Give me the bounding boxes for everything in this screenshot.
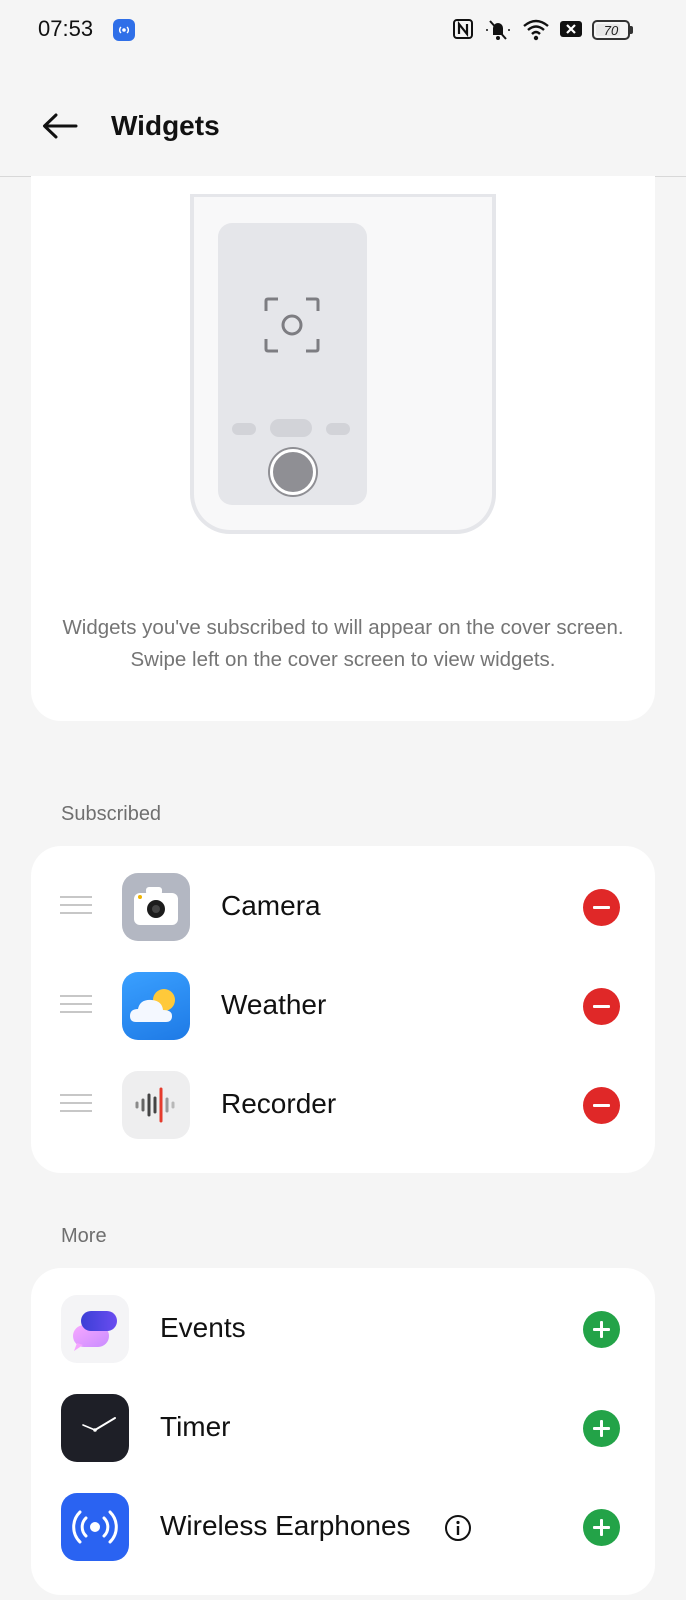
drag-handle-icon[interactable] [60,896,92,916]
viewfinder-icon [264,297,320,353]
shutter-button-illustration [270,449,316,495]
battery-level: 70 [603,23,619,38]
subscribed-item-recorder: Recorder [31,1056,655,1155]
status-time: 07:53 [38,16,94,41]
drag-handle-icon[interactable] [60,995,92,1015]
subscribed-item-weather: Weather [31,957,655,1056]
add-widget-button[interactable] [583,1410,620,1447]
widget-label: Timer [160,1411,231,1442]
remove-widget-button[interactable] [583,1087,620,1124]
cover-screen-preview-card: Widgets you've subscribed to will appear… [31,176,655,721]
mute-icon [486,20,510,40]
app-header: Widgets [0,62,686,177]
subscribed-list: Camera Weather Recorder [31,846,655,1173]
subscribed-item-camera: Camera [31,858,655,957]
battery-icon: 70 [592,20,630,40]
wifi-icon [523,19,549,41]
battery-tip [630,26,633,34]
section-label-subscribed: Subscribed [61,803,162,825]
mode-indicator [232,423,256,435]
drag-handle-icon[interactable] [60,1094,92,1114]
add-widget-button[interactable] [583,1311,620,1348]
cover-screen [218,223,367,505]
timer-icon [61,1394,129,1462]
widget-label: Recorder [221,1088,337,1119]
more-item-events: Events [31,1280,655,1379]
weather-icon [122,972,190,1040]
add-widget-button[interactable] [583,1509,620,1546]
camera-icon [122,873,190,941]
recorder-icon [122,1071,190,1139]
remove-widget-button[interactable] [583,988,620,1025]
more-item-timer: Timer [31,1379,655,1478]
info-icon[interactable] [444,1514,472,1542]
hotspot-icon [113,19,135,41]
remove-widget-button[interactable] [583,889,620,926]
back-button[interactable] [36,102,84,150]
more-list: Events Timer Wireless Earphones [31,1268,655,1595]
nfc-icon [453,19,473,39]
preview-description: Widgets you've subscribed to will appear… [62,616,624,671]
mode-indicator [326,423,350,435]
status-bar: 07:53 70 [0,0,686,62]
widget-label: Camera [221,890,321,921]
section-label-more: More [61,1225,107,1247]
cover-screen-illustration [190,194,496,534]
events-icon [61,1295,129,1363]
arrow-left-icon [43,113,78,139]
widget-label: Events [160,1312,246,1343]
page-title: Widgets [111,110,220,141]
widget-label: Wireless Earphones [160,1510,411,1541]
more-item-wireless-earphones: Wireless Earphones [31,1478,655,1577]
widget-label: Weather [221,989,327,1020]
wireless-earphones-icon [61,1493,129,1561]
mode-indicator-active [270,419,312,437]
sim-off-icon [560,21,582,37]
